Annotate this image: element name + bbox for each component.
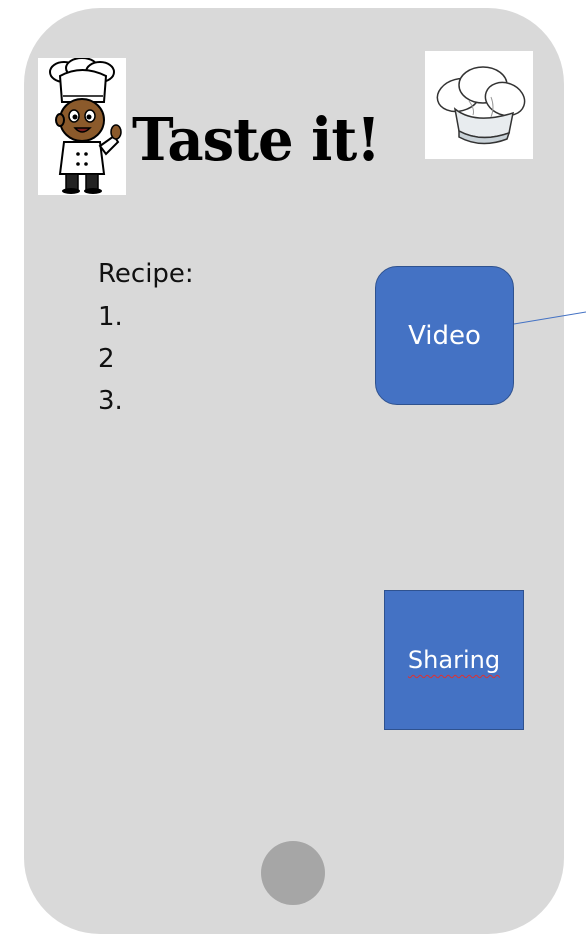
recipe-step: 2 bbox=[98, 344, 115, 374]
recipe-step: 3. bbox=[98, 386, 123, 416]
chef-character-icon bbox=[38, 57, 126, 195]
chef-hat-icon bbox=[425, 51, 533, 159]
home-button[interactable] bbox=[261, 841, 325, 905]
app-title: Taste it! bbox=[132, 105, 381, 175]
recipe-heading: Recipe: bbox=[98, 259, 194, 289]
recipe-steps-list: 1. 2 3. bbox=[98, 296, 123, 422]
video-button[interactable]: Video bbox=[375, 266, 514, 405]
sharing-button[interactable]: Sharing bbox=[384, 590, 524, 730]
sharing-button-label: Sharing bbox=[407, 646, 501, 674]
video-button-label: Video bbox=[408, 320, 481, 351]
mockup-canvas: Taste it! Recipe: 1. 2 3. Video Sharing bbox=[0, 0, 586, 952]
recipe-step: 1. bbox=[98, 302, 123, 332]
